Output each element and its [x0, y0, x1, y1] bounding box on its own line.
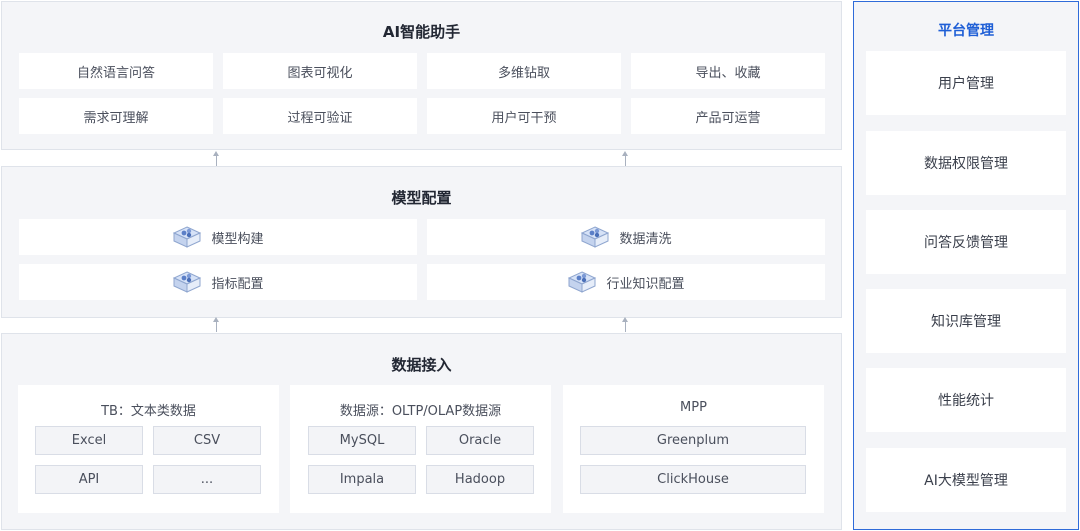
ai-assistant-layer: AI智能助手 自然语言问答 图表可视化 多维钻取 导出、收藏 需求可理解 过程可… — [1, 1, 842, 150]
platform-item: 性能统计 — [866, 368, 1066, 432]
ai-value-cell: 需求可理解 — [19, 98, 213, 134]
platform-item: 问答反馈管理 — [866, 210, 1066, 274]
model-item-label: 指标配置 — [211, 276, 264, 292]
platform-management-panel: 平台管理 用户管理 数据权限管理 问答反馈管理 知识库管理 性能统计 AI大模型… — [853, 1, 1079, 530]
model-item-label: 行业知识配置 — [606, 276, 685, 292]
source-tag: Excel — [35, 426, 143, 455]
model-item-metric: 指标配置 — [19, 264, 417, 300]
source-tag: CSV — [153, 426, 261, 455]
ai-value-cell: 产品可运营 — [631, 98, 825, 134]
platform-item: 用户管理 — [866, 51, 1066, 115]
arrow-up-icon — [621, 317, 630, 332]
source-tag: MySQL — [308, 426, 416, 455]
model-config-title: 模型配置 — [391, 189, 452, 207]
model-item-label: 模型构建 — [211, 231, 264, 247]
ai-feature-cell: 多维钻取 — [427, 53, 621, 89]
ingest-group-text: TB：文本类数据 Excel CSV API ... — [18, 385, 279, 513]
platform-title: 平台管理 — [938, 23, 994, 39]
ai-feature-cell: 自然语言问答 — [19, 53, 213, 89]
ingest-group-title: MPP — [680, 400, 707, 415]
cube-stack-icon — [173, 271, 202, 293]
source-tag: Greenplum — [580, 426, 806, 455]
ingest-group-title: TB：文本类数据 — [101, 404, 196, 419]
platform-item: 数据权限管理 — [866, 131, 1066, 195]
arrow-up-icon — [621, 151, 630, 166]
ingest-group-title: 数据源：OLTP/OLAP数据源 — [339, 404, 502, 419]
source-tag: API — [35, 465, 143, 494]
source-tag: Oracle — [426, 426, 534, 455]
model-item-clean: 数据清洗 — [427, 219, 825, 255]
model-item-label: 数据清洗 — [619, 231, 672, 247]
cube-stack-icon — [173, 226, 202, 248]
model-config-layer: 模型配置 模型构建 数据清洗 指标配置 行业知识配置 — [1, 166, 842, 318]
cube-stack-icon — [581, 226, 610, 248]
arrow-up-icon — [212, 317, 221, 332]
data-ingest-title: 数据接入 — [391, 356, 452, 374]
model-item-build: 模型构建 — [19, 219, 417, 255]
ingest-group-oltp-olap: 数据源：OLTP/OLAP数据源 MySQL Oracle Impala Had… — [290, 385, 551, 513]
arrow-up-icon — [212, 151, 221, 166]
platform-item: AI大模型管理 — [866, 448, 1066, 512]
source-tag: ClickHouse — [580, 465, 806, 494]
ai-assistant-title: AI智能助手 — [382, 23, 461, 41]
ai-value-cell: 用户可干预 — [427, 98, 621, 134]
ai-feature-cell: 图表可视化 — [223, 53, 417, 89]
cube-stack-icon — [568, 271, 597, 293]
ai-value-cell: 过程可验证 — [223, 98, 417, 134]
model-item-industry: 行业知识配置 — [427, 264, 825, 300]
source-tag: Hadoop — [426, 465, 534, 494]
platform-item: 知识库管理 — [866, 289, 1066, 353]
ingest-group-mpp: MPP Greenplum ClickHouse — [563, 385, 824, 513]
ai-feature-cell: 导出、收藏 — [631, 53, 825, 89]
source-tag: Impala — [308, 465, 416, 494]
source-tag: ... — [153, 465, 261, 494]
